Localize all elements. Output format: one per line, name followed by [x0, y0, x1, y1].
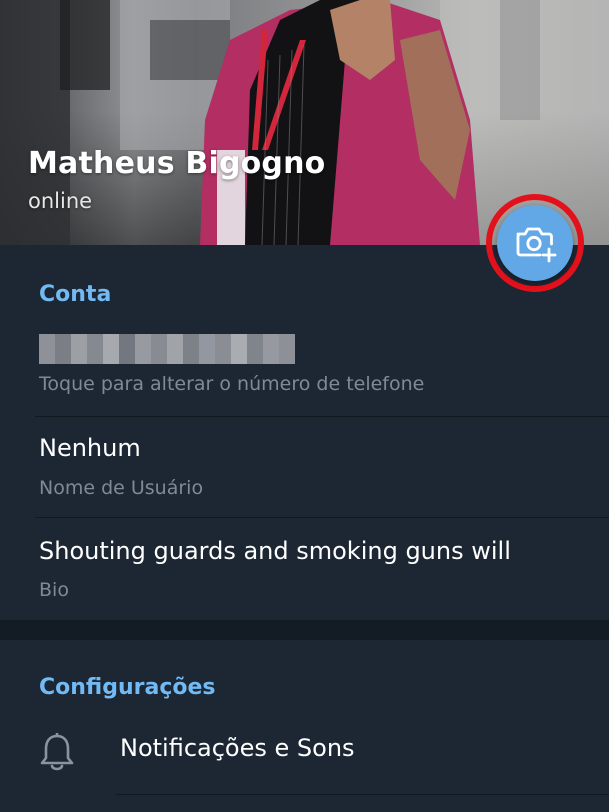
bio-hint: Bio: [39, 579, 69, 601]
profile-status: online: [28, 189, 93, 213]
bio-row[interactable]: Shouting guards and smoking guns will Bi…: [0, 518, 609, 620]
bell-icon: [38, 731, 76, 777]
phone-number-hint: Toque para alterar o número de telefone: [39, 373, 425, 395]
phone-number-redacted: [39, 334, 295, 364]
section-title-account: Conta: [39, 282, 112, 307]
divider: [116, 794, 609, 795]
section-title-settings: Configurações: [39, 675, 216, 700]
username-value: Nenhum: [39, 434, 141, 462]
bio-value: Shouting guards and smoking guns will: [39, 537, 511, 565]
phone-number-row[interactable]: Toque para alterar o número de telefone: [0, 318, 609, 416]
profile-screen: Matheus Bigogno online Conta Toque para …: [0, 0, 609, 812]
notifications-sounds-label: Notificações e Sons: [120, 734, 355, 762]
section-separator: [0, 620, 609, 640]
set-profile-photo-button[interactable]: [497, 205, 573, 281]
username-hint: Nome de Usuário: [39, 477, 204, 499]
username-row[interactable]: Nenhum Nome de Usuário: [0, 417, 609, 517]
profile-name: Matheus Bigogno: [28, 146, 326, 181]
camera-add-icon: [516, 227, 557, 263]
